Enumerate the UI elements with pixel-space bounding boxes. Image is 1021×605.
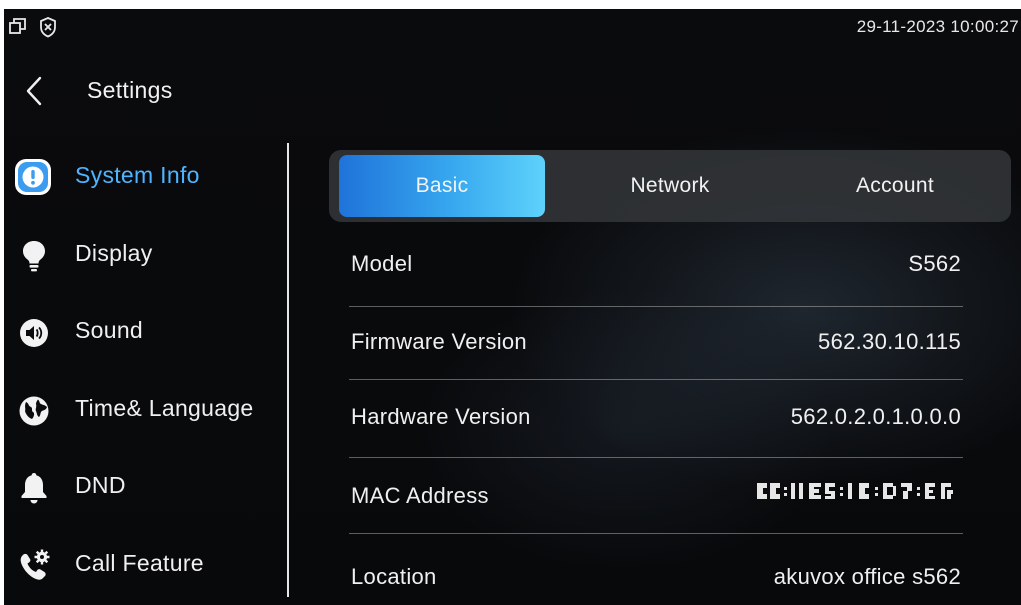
tab-account[interactable]: Account: [792, 155, 998, 217]
sidebar-item-label: Time& Language: [75, 395, 254, 421]
windows-icon: [8, 16, 28, 41]
info-row-location: Location akuvox office s562: [349, 534, 963, 605]
sidebar-item-label: Call Feature: [75, 550, 204, 576]
page-title: Settings: [87, 77, 173, 103]
info-row-mac: MAC Address: [349, 458, 963, 534]
sidebar-item-label: Display: [75, 240, 153, 266]
info-key: Firmware Version: [351, 329, 527, 354]
phone-gear-icon: [14, 545, 54, 585]
info-key: MAC Address: [351, 483, 489, 508]
back-button[interactable]: [20, 75, 50, 107]
device-screen: 29-11-2023 10:00:27 Settings System Info: [4, 9, 1021, 605]
info-key: Model: [351, 251, 413, 276]
mac-address-obscured: [755, 482, 961, 500]
status-time: 29-11-2023 10:00:27: [856, 17, 1019, 36]
speaker-icon: [14, 312, 54, 352]
info-row-hardware: Hardware Version 562.0.2.0.1.0.0.0: [349, 380, 963, 458]
sidebar-item-label: DND: [75, 472, 126, 498]
info-row-model: Model S562: [349, 231, 963, 307]
sidebar-item-label: System Info: [75, 162, 200, 188]
status-bar: 29-11-2023 10:00:27: [4, 9, 1021, 43]
bell-icon: [14, 467, 54, 507]
info-value: 562.0.2.0.1.0.0.0: [790, 404, 961, 429]
sidebar-item-sound[interactable]: Sound: [4, 305, 288, 357]
sidebar: System Info Display Sound Time& Language…: [4, 144, 288, 604]
sidebar-divider: [287, 143, 289, 597]
info-value: 562.30.10.115: [818, 329, 961, 354]
sidebar-item-label: Sound: [75, 317, 144, 343]
info-icon: [14, 157, 54, 197]
tab-bar: Basic Network Account: [329, 150, 1011, 222]
sidebar-item-dnd[interactable]: DND: [4, 460, 288, 512]
sidebar-item-display[interactable]: Display: [4, 228, 288, 280]
info-value: S562: [908, 251, 961, 276]
sidebar-item-system-info[interactable]: System Info: [4, 150, 288, 202]
info-value: akuvox office s562: [773, 564, 961, 589]
globe-icon: [14, 390, 54, 430]
info-row-firmware: Firmware Version 562.30.10.115: [349, 307, 963, 380]
shield-x-icon: [38, 16, 58, 43]
bulb-icon: [14, 235, 54, 275]
info-key: Hardware Version: [351, 404, 531, 429]
tab-network[interactable]: Network: [567, 155, 773, 217]
sidebar-item-call-feature[interactable]: Call Feature: [4, 538, 288, 590]
sidebar-item-time-language[interactable]: Time& Language: [4, 383, 288, 435]
info-key: Location: [351, 564, 437, 589]
chevron-left-icon: [26, 76, 42, 106]
tab-basic[interactable]: Basic: [339, 155, 545, 217]
